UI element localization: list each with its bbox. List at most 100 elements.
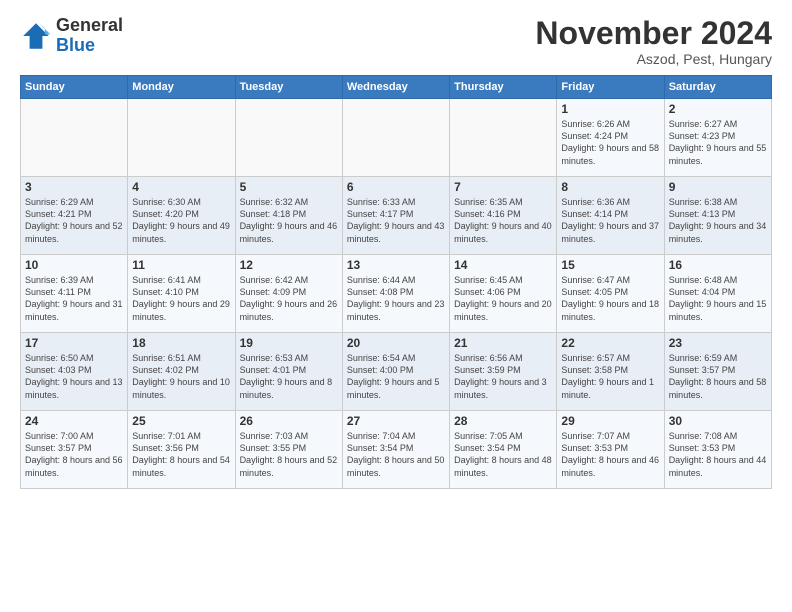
header-thursday: Thursday [450,76,557,99]
table-row: 28 Sunrise: 7:05 AM Sunset: 3:54 PM Dayli… [450,411,557,489]
table-row: 5Sunrise: 6:32 AM Sunset: 4:18 PM Daylig… [235,177,342,255]
table-row: 10 Sunrise: 6:39 AM Sunset: 4:11 PM Dayli… [21,255,128,333]
header-friday: Friday [557,76,664,99]
day-info: Sunrise: 6:57 AM Sunset: 3:58 PM Dayligh… [561,352,659,401]
day-info: Sunrise: 6:36 AM Sunset: 4:14 PM Dayligh… [561,196,659,245]
table-row: 30Sunrise: 7:08 AM Sunset: 3:53 PM Dayli… [664,411,771,489]
day-info: Sunrise: 6:54 AM Sunset: 4:00 PM Dayligh… [347,352,445,401]
page-header: General Blue November 2024 Aszod, Pest, … [20,16,772,67]
day-number: 23 [669,336,767,350]
day-number: 13 [347,258,445,272]
calendar-header-row: Sunday Monday Tuesday Wednesday Thursday… [21,76,772,99]
table-row: 14Sunrise: 6:45 AM Sunset: 4:06 PM Dayli… [450,255,557,333]
table-row: 24 Sunrise: 7:00 AM Sunset: 3:57 PM Dayli… [21,411,128,489]
day-info: Sunrise: 7:05 AM Sunset: 3:54 PM Dayligh… [454,430,552,479]
day-info: Sunrise: 6:29 AM Sunset: 4:21 PM Dayligh… [25,196,123,245]
day-number: 11 [132,258,230,272]
header-saturday: Saturday [664,76,771,99]
logo-text: General Blue [56,16,123,56]
table-row: 9 Sunrise: 6:38 AM Sunset: 4:13 PM Daylig… [664,177,771,255]
header-tuesday: Tuesday [235,76,342,99]
day-number: 15 [561,258,659,272]
day-info: Sunrise: 6:41 AM Sunset: 4:10 PM Dayligh… [132,274,230,323]
day-number: 10 [25,258,123,272]
day-info: Sunrise: 6:32 AM Sunset: 4:18 PM Dayligh… [240,196,338,245]
day-number: 22 [561,336,659,350]
logo-icon [20,20,52,52]
day-number: 4 [132,180,230,194]
day-info: Sunrise: 6:48 AM Sunset: 4:04 PM Dayligh… [669,274,767,323]
day-number: 21 [454,336,552,350]
day-number: 30 [669,414,767,428]
day-info: Sunrise: 6:38 AM Sunset: 4:13 PM Dayligh… [669,196,767,245]
table-row: 2 Sunrise: 6:27 AM Sunset: 4:23 PM Daylig… [664,99,771,177]
day-info: Sunrise: 6:35 AM Sunset: 4:16 PM Dayligh… [454,196,552,245]
table-row: 11 Sunrise: 6:41 AM Sunset: 4:10 PM Dayli… [128,255,235,333]
day-number: 12 [240,258,338,272]
table-row: 3 Sunrise: 6:29 AM Sunset: 4:21 PM Daylig… [21,177,128,255]
day-number: 20 [347,336,445,350]
day-number: 29 [561,414,659,428]
table-row: 1Sunrise: 6:26 AM Sunset: 4:24 PM Daylig… [557,99,664,177]
header-wednesday: Wednesday [342,76,449,99]
table-row [21,99,128,177]
calendar-week-row: 3 Sunrise: 6:29 AM Sunset: 4:21 PM Daylig… [21,177,772,255]
table-row: 27 Sunrise: 7:04 AM Sunset: 3:54 PM Dayli… [342,411,449,489]
day-info: Sunrise: 6:44 AM Sunset: 4:08 PM Dayligh… [347,274,445,323]
location: Aszod, Pest, Hungary [535,51,772,67]
day-number: 19 [240,336,338,350]
day-info: Sunrise: 7:04 AM Sunset: 3:54 PM Dayligh… [347,430,445,479]
day-info: Sunrise: 7:01 AM Sunset: 3:56 PM Dayligh… [132,430,230,479]
day-info: Sunrise: 7:03 AM Sunset: 3:55 PM Dayligh… [240,430,338,479]
header-sunday: Sunday [21,76,128,99]
day-number: 9 [669,180,767,194]
day-info: Sunrise: 6:39 AM Sunset: 4:11 PM Dayligh… [25,274,123,323]
day-number: 25 [132,414,230,428]
calendar-week-row: 24 Sunrise: 7:00 AM Sunset: 3:57 PM Dayli… [21,411,772,489]
table-row: 22 Sunrise: 6:57 AM Sunset: 3:58 PM Dayli… [557,333,664,411]
table-row: 25 Sunrise: 7:01 AM Sunset: 3:56 PM Dayli… [128,411,235,489]
day-info: Sunrise: 6:33 AM Sunset: 4:17 PM Dayligh… [347,196,445,245]
table-row: 21 Sunrise: 6:56 AM Sunset: 3:59 PM Dayli… [450,333,557,411]
day-info: Sunrise: 6:27 AM Sunset: 4:23 PM Dayligh… [669,118,767,167]
day-number: 3 [25,180,123,194]
calendar-week-row: 17 Sunrise: 6:50 AM Sunset: 4:03 PM Dayli… [21,333,772,411]
day-info: Sunrise: 6:53 AM Sunset: 4:01 PM Dayligh… [240,352,338,401]
table-row: 6Sunrise: 6:33 AM Sunset: 4:17 PM Daylig… [342,177,449,255]
table-row: 8 Sunrise: 6:36 AM Sunset: 4:14 PM Daylig… [557,177,664,255]
table-row: 7 Sunrise: 6:35 AM Sunset: 4:16 PM Daylig… [450,177,557,255]
day-number: 26 [240,414,338,428]
day-number: 7 [454,180,552,194]
day-info: Sunrise: 7:00 AM Sunset: 3:57 PM Dayligh… [25,430,123,479]
day-number: 24 [25,414,123,428]
day-number: 1 [561,102,659,116]
day-info: Sunrise: 6:47 AM Sunset: 4:05 PM Dayligh… [561,274,659,323]
header-monday: Monday [128,76,235,99]
table-row: 23Sunrise: 6:59 AM Sunset: 3:57 PM Dayli… [664,333,771,411]
table-row: 4 Sunrise: 6:30 AM Sunset: 4:20 PM Daylig… [128,177,235,255]
table-row: 29Sunrise: 7:07 AM Sunset: 3:53 PM Dayli… [557,411,664,489]
month-title: November 2024 [535,16,772,51]
table-row: 26 Sunrise: 7:03 AM Sunset: 3:55 PM Dayli… [235,411,342,489]
day-number: 27 [347,414,445,428]
table-row: 12 Sunrise: 6:42 AM Sunset: 4:09 PM Dayli… [235,255,342,333]
day-number: 8 [561,180,659,194]
table-row: 19 Sunrise: 6:53 AM Sunset: 4:01 PM Dayli… [235,333,342,411]
day-info: Sunrise: 6:42 AM Sunset: 4:09 PM Dayligh… [240,274,338,323]
day-number: 17 [25,336,123,350]
day-info: Sunrise: 6:30 AM Sunset: 4:20 PM Dayligh… [132,196,230,245]
day-number: 18 [132,336,230,350]
calendar-week-row: 10 Sunrise: 6:39 AM Sunset: 4:11 PM Dayli… [21,255,772,333]
table-row [342,99,449,177]
day-info: Sunrise: 6:50 AM Sunset: 4:03 PM Dayligh… [25,352,123,401]
day-info: Sunrise: 6:56 AM Sunset: 3:59 PM Dayligh… [454,352,552,401]
day-number: 2 [669,102,767,116]
table-row [450,99,557,177]
calendar-table: Sunday Monday Tuesday Wednesday Thursday… [20,75,772,489]
title-area: November 2024 Aszod, Pest, Hungary [535,16,772,67]
day-number: 28 [454,414,552,428]
day-number: 14 [454,258,552,272]
logo: General Blue [20,16,123,56]
table-row: 18Sunrise: 6:51 AM Sunset: 4:02 PM Dayli… [128,333,235,411]
table-row: 16Sunrise: 6:48 AM Sunset: 4:04 PM Dayli… [664,255,771,333]
